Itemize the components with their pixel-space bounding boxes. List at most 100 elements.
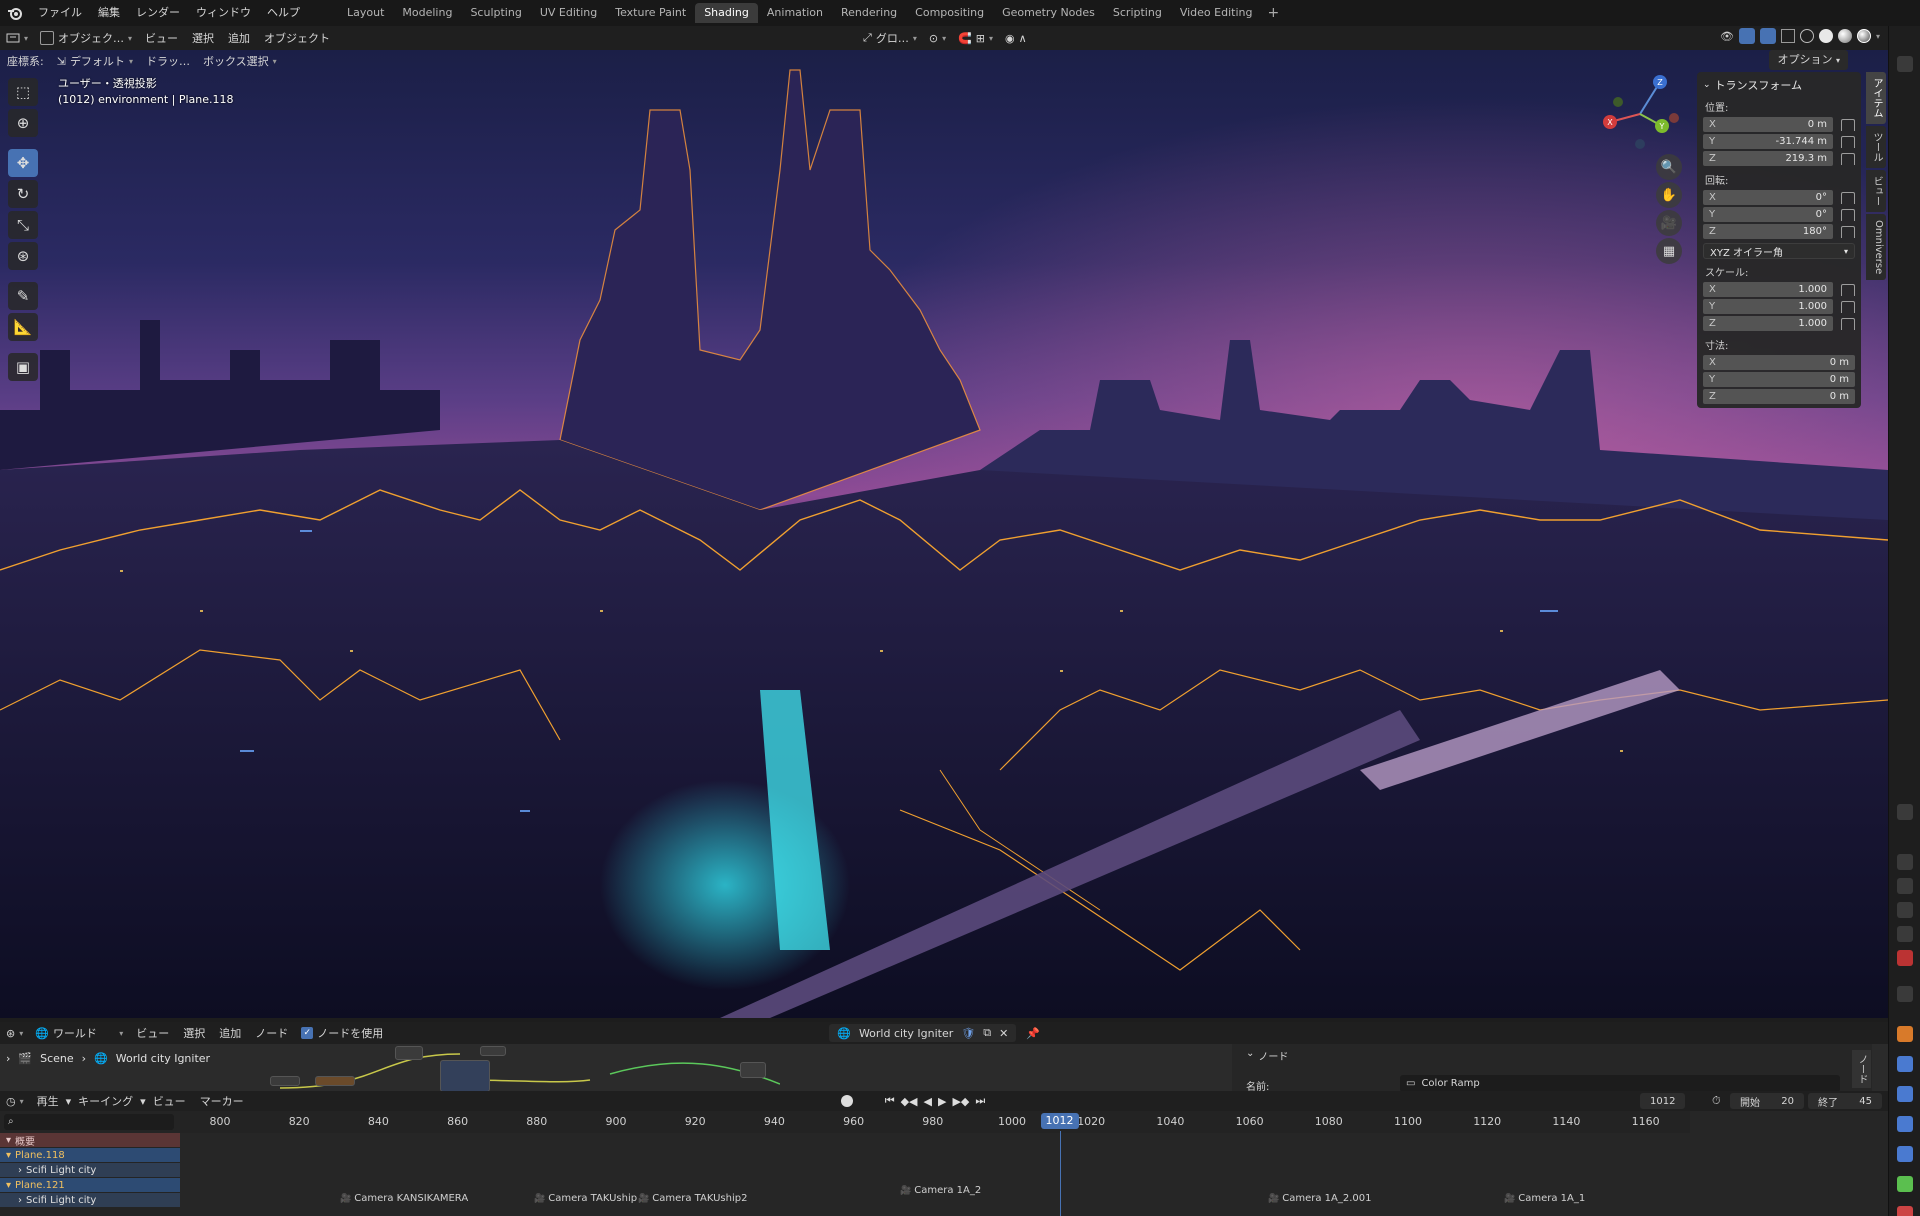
scale-y-field[interactable]: Y 1.000 xyxy=(1703,298,1833,314)
tab-layout[interactable]: Layout xyxy=(338,3,393,23)
close-icon[interactable]: ✕ xyxy=(999,1027,1008,1040)
tab-item[interactable]: アイテム xyxy=(1866,72,1886,124)
node[interactable] xyxy=(480,1046,506,1056)
neg-z-handle[interactable] xyxy=(1635,139,1645,149)
cursor-tool[interactable]: ⊕ xyxy=(8,109,38,137)
frame-ruler[interactable]: 800 820 840 860 880 900 920 940 960 980 1000 1020 10… xyxy=(180,1111,1690,1133)
tab-geometry-nodes[interactable]: Geometry Nodes xyxy=(993,3,1104,23)
lock-icon[interactable] xyxy=(1841,283,1855,296)
collection-properties-icon[interactable] xyxy=(1897,986,1913,1002)
material-properties-icon[interactable] xyxy=(1897,1206,1913,1216)
menu-marker[interactable]: マーカー xyxy=(193,1093,251,1109)
next-keyframe-icon[interactable]: ▶◆ xyxy=(952,1095,969,1108)
3d-viewport[interactable]: ユーザー・透視投影 (1012) environment | Plane.118… xyxy=(0,50,1888,1018)
chevron-right-icon[interactable]: › xyxy=(18,1165,22,1176)
chevron-down-icon[interactable]: ▾ xyxy=(6,1135,11,1146)
neg-y-handle[interactable] xyxy=(1613,97,1623,107)
modifier-properties-icon[interactable] xyxy=(1897,1056,1913,1072)
tab-view[interactable]: ビュー xyxy=(1866,170,1886,212)
lock-icon[interactable] xyxy=(1841,225,1855,238)
editor-type-button[interactable]: ◷ ▾ xyxy=(0,1091,30,1111)
location-x-field[interactable]: X0 m xyxy=(1703,116,1833,132)
xray-toggle-icon[interactable] xyxy=(1780,29,1795,43)
shader-menu-select[interactable]: 選択 xyxy=(176,1025,212,1041)
pivot-dropdown[interactable]: ⊙ ▾ xyxy=(923,28,952,48)
lock-icon[interactable] xyxy=(1841,135,1855,148)
play-reverse-icon[interactable]: ◀ xyxy=(924,1095,932,1108)
gizmo-toggle-icon[interactable] xyxy=(1738,28,1755,44)
shader-menu-view[interactable]: ビュー xyxy=(129,1025,176,1041)
proportional-edit-button[interactable]: ◉ ∧ xyxy=(999,28,1033,48)
stopwatch-icon[interactable]: ⏱ xyxy=(1712,1094,1721,1108)
constraints-icon[interactable] xyxy=(1897,1146,1913,1162)
lock-icon[interactable] xyxy=(1841,208,1855,221)
menu-add[interactable]: 追加 xyxy=(221,30,257,46)
transform-panel-header[interactable]: ⌄ トランスフォーム xyxy=(1703,76,1855,94)
rotation-y-field[interactable]: Y 0° xyxy=(1703,206,1833,222)
overlay-toggle-icon[interactable] xyxy=(1759,28,1776,44)
timeline-marker[interactable]: 🎥 Camera TAKUship xyxy=(534,1193,637,1204)
select-box-tool[interactable]: ⬚ xyxy=(8,78,38,106)
tool-properties-icon[interactable] xyxy=(1897,804,1913,820)
location-y-field[interactable]: Y -31.744 m xyxy=(1703,133,1833,149)
tab-video-editing[interactable]: Video Editing xyxy=(1171,3,1262,23)
data-properties-icon[interactable] xyxy=(1897,1176,1913,1192)
tab-omniverse[interactable]: Omniverse xyxy=(1866,214,1886,281)
menu-edit[interactable]: 編集 xyxy=(90,0,128,26)
menu-file[interactable]: ファイル xyxy=(30,0,90,26)
lock-icon[interactable] xyxy=(1841,317,1855,330)
dimension-x-field[interactable]: X0 m xyxy=(1703,354,1855,370)
annotate-tool[interactable]: ✎ xyxy=(8,282,38,310)
add-workspace-button[interactable]: + xyxy=(1261,5,1285,21)
transform-tool[interactable]: ⊛ xyxy=(8,242,38,270)
shader-menu-node[interactable]: ノード xyxy=(248,1025,295,1041)
tab-uv-editing[interactable]: UV Editing xyxy=(531,3,606,23)
transform-orientation-dropdown[interactable]: ⤢ グロ… ▾ xyxy=(857,28,923,48)
channel-row[interactable]: ▾ Plane.121 xyxy=(0,1178,180,1192)
editor-type-button[interactable]: ⊛ ▾ xyxy=(0,1023,29,1043)
rotation-mode-dropdown[interactable]: XYZ オイラー角 ▾ xyxy=(1703,243,1855,259)
visibility-icon[interactable]: 👁 xyxy=(1720,30,1734,43)
node[interactable] xyxy=(440,1060,490,1092)
prev-keyframe-icon[interactable]: ◆◀ xyxy=(901,1095,918,1108)
rendered-shading-icon[interactable] xyxy=(1856,29,1871,43)
tab-sculpting[interactable]: Sculpting xyxy=(461,3,530,23)
fake-user-shield-icon[interactable]: 🛡 xyxy=(961,1027,975,1040)
use-nodes-checkbox[interactable]: ✓ ノードを使用 xyxy=(295,1023,389,1043)
dimension-z-field[interactable]: Z0 m xyxy=(1703,388,1855,404)
channel-search-input[interactable]: ⌕ xyxy=(4,1114,174,1130)
tab-rendering[interactable]: Rendering xyxy=(832,3,906,23)
tab-shading[interactable]: Shading xyxy=(695,3,758,23)
coordinate-dropdown[interactable]: ⇲ デフォルト ▾ xyxy=(51,51,139,71)
current-frame-field[interactable]: 1012 xyxy=(1640,1093,1686,1109)
select-mode-dropdown[interactable]: ボックス選択 ▾ xyxy=(197,51,283,71)
scene-properties-icon[interactable] xyxy=(1897,926,1913,942)
chevron-down-icon[interactable]: ▾ xyxy=(6,1180,11,1191)
shader-type-dropdown[interactable]: 🌐 ワールド ▾ xyxy=(29,1023,129,1043)
camera-view-button[interactable]: 🎥 xyxy=(1656,210,1682,236)
record-icon[interactable] xyxy=(840,1095,853,1107)
shading-options-icon[interactable]: ▾ xyxy=(1876,32,1880,41)
channel-row[interactable]: ▾ 概要 xyxy=(0,1133,180,1148)
channel-row[interactable]: › Scifi Light city xyxy=(0,1163,180,1177)
render-properties-icon[interactable] xyxy=(1897,854,1913,870)
blender-logo-icon[interactable] xyxy=(6,4,24,22)
timeline-body[interactable]: ⌕ ▾ 概要 ▾ Plane.118 › Scifi Light city ▾ Plane.1… xyxy=(0,1111,1888,1216)
material-shading-icon[interactable] xyxy=(1837,29,1852,43)
options-dropdown[interactable]: オプション ▾ xyxy=(1769,50,1848,70)
add-cube-tool[interactable]: ▣ xyxy=(8,353,38,381)
tab-compositing[interactable]: Compositing xyxy=(906,3,993,23)
tab-node[interactable]: ノード xyxy=(1852,1050,1871,1088)
ortho-toggle-button[interactable]: ▦ xyxy=(1656,238,1682,264)
tab-scripting[interactable]: Scripting xyxy=(1104,3,1171,23)
output-properties-icon[interactable] xyxy=(1897,878,1913,894)
snap-dropdown[interactable]: 🧲 ⊞ ▾ xyxy=(952,28,999,48)
drag-label[interactable]: ドラッ… xyxy=(139,53,197,69)
world-properties-icon[interactable] xyxy=(1897,950,1913,966)
jump-end-icon[interactable]: ⏭ xyxy=(975,1094,985,1108)
pin-icon[interactable]: 📌 xyxy=(1026,1027,1040,1040)
menu-view[interactable]: ビュー xyxy=(138,30,185,46)
playhead[interactable]: 1012 xyxy=(1040,1113,1079,1129)
scale-z-field[interactable]: Z 1.000 xyxy=(1703,315,1833,331)
location-z-field[interactable]: Z 219.3 m xyxy=(1703,150,1833,166)
